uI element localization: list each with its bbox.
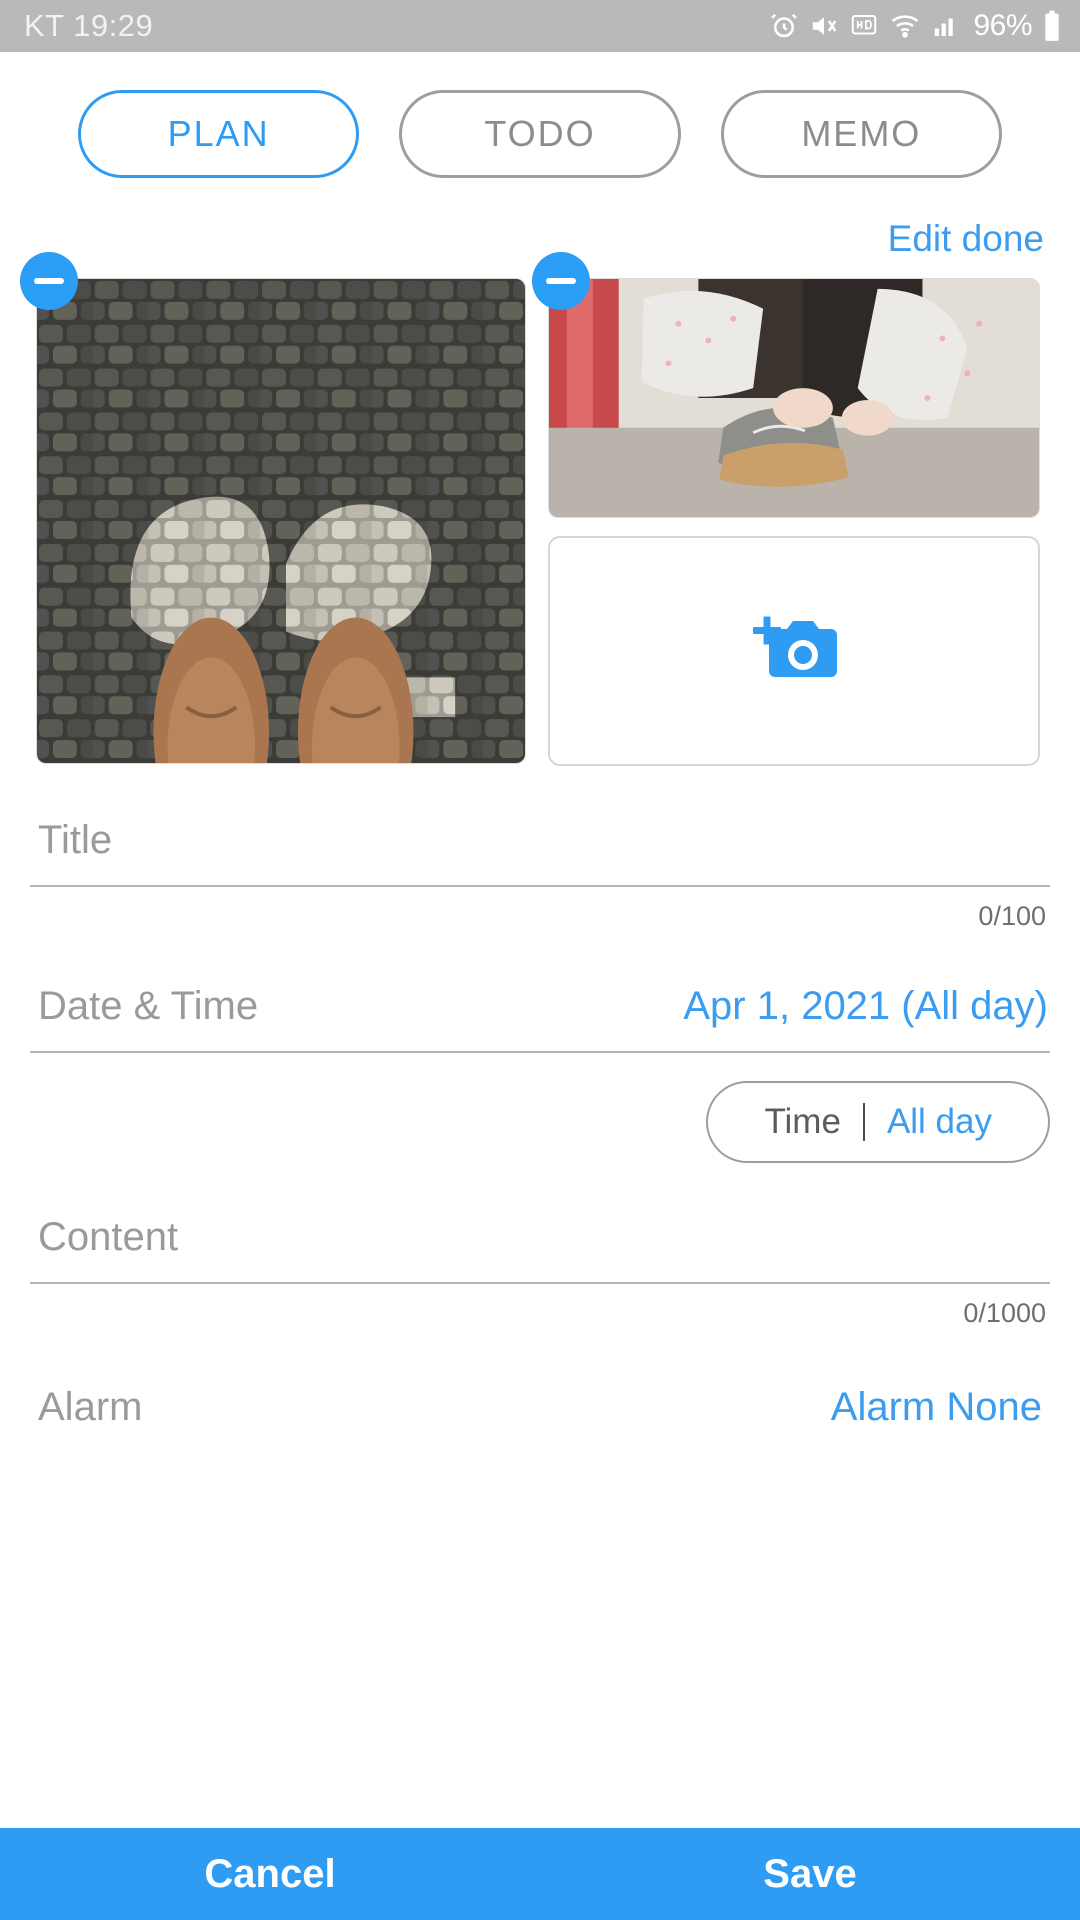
- battery-percent: 96%: [973, 9, 1032, 42]
- datetime-field-group: Date & Time Apr 1, 2021 (All day) Time A…: [30, 932, 1050, 1163]
- tab-plan[interactable]: PLAN: [78, 90, 360, 178]
- title-row: Title: [30, 818, 1050, 885]
- datetime-row[interactable]: Date & Time Apr 1, 2021 (All day): [30, 984, 1050, 1051]
- add-photo-button[interactable]: [548, 536, 1040, 766]
- status-bar: KT 19:29 96%: [0, 0, 1080, 52]
- tab-plan-label: PLAN: [167, 113, 270, 154]
- action-bar: Cancel Save: [0, 1828, 1080, 1920]
- battery-icon: [1042, 10, 1062, 42]
- title-input[interactable]: Title: [38, 818, 112, 863]
- title-counter: 0/100: [978, 901, 1046, 931]
- content-field-group: Content 0/1000: [30, 1163, 1050, 1329]
- app-screen: KT 19:29 96% PLAN TODO MEMO Edit done Ti…: [0, 0, 1080, 1920]
- save-button[interactable]: Save: [540, 1828, 1080, 1920]
- content-counter: 0/1000: [963, 1298, 1046, 1328]
- tab-memo[interactable]: MEMO: [720, 90, 1002, 178]
- datetime-value[interactable]: Apr 1, 2021 (All day): [683, 984, 1048, 1029]
- cancel-button[interactable]: Cancel: [0, 1828, 540, 1920]
- time-mode-toggle[interactable]: Time All day: [706, 1081, 1050, 1163]
- status-carrier-time: KT 19:29: [24, 8, 154, 43]
- attachment-slot-1: [20, 252, 526, 764]
- attachment-slot-2: [532, 252, 1040, 766]
- photo-thumbnail-1[interactable]: [36, 278, 526, 764]
- attachment-gallery: [0, 252, 1080, 766]
- edit-done-row: Edit done: [0, 178, 1080, 260]
- content-input[interactable]: Content: [38, 1215, 178, 1260]
- all-day-option[interactable]: All day: [865, 1102, 1014, 1142]
- alarm-label: Alarm: [38, 1385, 143, 1429]
- alarm-icon: [769, 11, 799, 41]
- minus-glyph: [34, 278, 64, 284]
- datetime-label: Date & Time: [38, 984, 259, 1028]
- tab-todo[interactable]: TODO: [399, 90, 681, 178]
- hd-icon: [849, 11, 879, 41]
- remove-photo-icon-2[interactable]: [532, 252, 590, 310]
- photo-thumbnail-2[interactable]: [548, 278, 1040, 518]
- signal-icon: [931, 11, 961, 41]
- title-field-group: Title 0/100: [30, 766, 1050, 932]
- mute-vibrate-icon: [809, 11, 839, 41]
- tab-todo-label: TODO: [484, 113, 596, 154]
- photo-child-tying-shoes: [549, 279, 1039, 517]
- alarm-value[interactable]: Alarm None: [831, 1385, 1042, 1430]
- type-tabs: PLAN TODO MEMO: [0, 52, 1080, 178]
- wifi-icon: [889, 11, 921, 41]
- edit-done-button[interactable]: Edit done: [888, 218, 1044, 260]
- minus-glyph: [546, 278, 576, 284]
- time-mode-row: Time All day: [30, 1053, 1050, 1163]
- event-form: Title 0/100 Date & Time Apr 1, 2021 (All…: [0, 766, 1080, 1430]
- remove-photo-icon-1[interactable]: [20, 252, 78, 310]
- tab-memo-label: MEMO: [801, 113, 922, 154]
- status-icons: 96%: [769, 9, 1062, 43]
- add-photo-camera-icon: [753, 616, 837, 677]
- time-option[interactable]: Time: [742, 1102, 862, 1142]
- content-row: Content: [30, 1215, 1050, 1282]
- alarm-row[interactable]: Alarm Alarm None: [30, 1329, 1050, 1430]
- photo-shoes-on-cobblestone: [37, 279, 525, 763]
